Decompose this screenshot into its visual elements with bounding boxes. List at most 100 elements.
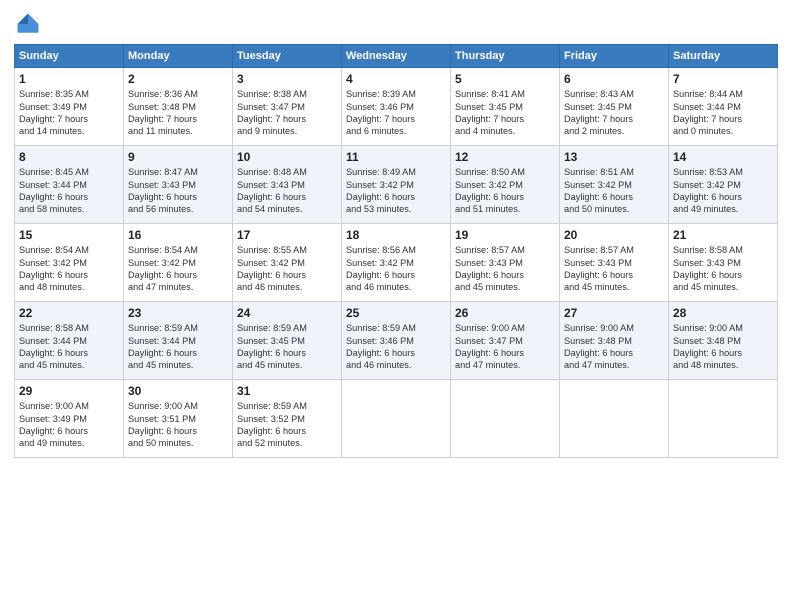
daylight-label: Daylight: 6 hours	[346, 191, 446, 203]
day-cell: 4Sunrise: 8:39 AMSunset: 3:46 PMDaylight…	[342, 68, 451, 146]
logo-icon	[14, 10, 42, 38]
day-info-line: Sunset: 3:47 PM	[237, 101, 337, 113]
day-info-line: Sunset: 3:44 PM	[19, 179, 119, 191]
daylight-minutes: and 45 minutes.	[455, 281, 555, 293]
day-info-line: Sunrise: 8:47 AM	[128, 166, 228, 178]
day-number: 1	[19, 71, 119, 87]
day-cell	[669, 380, 778, 458]
daylight-minutes: and 46 minutes.	[346, 281, 446, 293]
day-info-line: Sunset: 3:42 PM	[455, 179, 555, 191]
day-info-line: Sunset: 3:51 PM	[128, 413, 228, 425]
day-number: 24	[237, 305, 337, 321]
day-info-line: Sunrise: 8:45 AM	[19, 166, 119, 178]
day-info-line: Sunrise: 8:59 AM	[237, 322, 337, 334]
day-info-line: Sunset: 3:47 PM	[455, 335, 555, 347]
daylight-minutes: and 45 minutes.	[564, 281, 664, 293]
day-info-line: Sunset: 3:44 PM	[19, 335, 119, 347]
day-number: 7	[673, 71, 773, 87]
day-cell: 11Sunrise: 8:49 AMSunset: 3:42 PMDayligh…	[342, 146, 451, 224]
daylight-minutes: and 47 minutes.	[128, 281, 228, 293]
day-info-line: Sunrise: 8:53 AM	[673, 166, 773, 178]
daylight-minutes: and 11 minutes.	[128, 125, 228, 137]
day-info-line: Sunrise: 8:59 AM	[128, 322, 228, 334]
daylight-minutes: and 56 minutes.	[128, 203, 228, 215]
day-cell: 2Sunrise: 8:36 AMSunset: 3:48 PMDaylight…	[124, 68, 233, 146]
daylight-minutes: and 45 minutes.	[19, 359, 119, 371]
daylight-label: Daylight: 6 hours	[19, 425, 119, 437]
day-cell	[451, 380, 560, 458]
day-info-line: Sunset: 3:48 PM	[564, 335, 664, 347]
daylight-label: Daylight: 7 hours	[673, 113, 773, 125]
day-number: 10	[237, 149, 337, 165]
day-number: 25	[346, 305, 446, 321]
day-info-line: Sunset: 3:43 PM	[673, 257, 773, 269]
logo	[14, 10, 46, 38]
daylight-label: Daylight: 6 hours	[19, 269, 119, 281]
day-number: 19	[455, 227, 555, 243]
col-header-monday: Monday	[124, 45, 233, 68]
daylight-minutes: and 47 minutes.	[564, 359, 664, 371]
day-number: 26	[455, 305, 555, 321]
week-row-2: 8Sunrise: 8:45 AMSunset: 3:44 PM Daylight…	[15, 146, 778, 224]
day-info-line: Sunset: 3:43 PM	[237, 179, 337, 191]
day-cell: 24Sunrise: 8:59 AMSunset: 3:45 PMDayligh…	[233, 302, 342, 380]
daylight-label: Daylight: 6 hours	[346, 269, 446, 281]
daylight-label: Daylight: 6 hours	[237, 425, 337, 437]
day-info-line: Sunrise: 8:38 AM	[237, 88, 337, 100]
day-info-line: Sunrise: 8:57 AM	[455, 244, 555, 256]
daylight-minutes: and 0 minutes.	[673, 125, 773, 137]
daylight-minutes: and 58 minutes.	[19, 203, 119, 215]
day-cell: 12Sunrise: 8:50 AMSunset: 3:42 PMDayligh…	[451, 146, 560, 224]
day-cell: 17Sunrise: 8:55 AMSunset: 3:42 PMDayligh…	[233, 224, 342, 302]
day-number: 6	[564, 71, 664, 87]
daylight-minutes: and 51 minutes.	[455, 203, 555, 215]
day-info-line: Sunset: 3:42 PM	[128, 257, 228, 269]
day-info-line: Sunset: 3:44 PM	[673, 101, 773, 113]
day-cell: 7Sunrise: 8:44 AMSunset: 3:44 PMDaylight…	[669, 68, 778, 146]
daylight-minutes: and 49 minutes.	[19, 437, 119, 449]
day-cell: 5Sunrise: 8:41 AMSunset: 3:45 PMDaylight…	[451, 68, 560, 146]
daylight-label: Daylight: 6 hours	[673, 191, 773, 203]
daylight-label: Daylight: 6 hours	[19, 347, 119, 359]
day-info-line: Sunrise: 9:00 AM	[673, 322, 773, 334]
day-cell: 3Sunrise: 8:38 AMSunset: 3:47 PMDaylight…	[233, 68, 342, 146]
daylight-minutes: and 45 minutes.	[128, 359, 228, 371]
daylight-minutes: and 50 minutes.	[564, 203, 664, 215]
day-info-line: Sunrise: 9:00 AM	[19, 400, 119, 412]
day-info-line: Sunrise: 8:50 AM	[455, 166, 555, 178]
daylight-minutes: and 4 minutes.	[455, 125, 555, 137]
daylight-minutes: and 49 minutes.	[673, 203, 773, 215]
day-cell: 23Sunrise: 8:59 AMSunset: 3:44 PMDayligh…	[124, 302, 233, 380]
day-number: 17	[237, 227, 337, 243]
day-number: 22	[19, 305, 119, 321]
day-cell: 14Sunrise: 8:53 AMSunset: 3:42 PMDayligh…	[669, 146, 778, 224]
calendar-table: SundayMondayTuesdayWednesdayThursdayFrid…	[14, 44, 778, 458]
day-number: 23	[128, 305, 228, 321]
day-number: 2	[128, 71, 228, 87]
daylight-label: Daylight: 6 hours	[673, 269, 773, 281]
daylight-label: Daylight: 7 hours	[564, 113, 664, 125]
day-info-line: Sunrise: 8:54 AM	[19, 244, 119, 256]
daylight-minutes: and 52 minutes.	[237, 437, 337, 449]
day-info-line: Sunset: 3:43 PM	[128, 179, 228, 191]
day-info-line: Sunrise: 8:35 AM	[19, 88, 119, 100]
daylight-label: Daylight: 6 hours	[237, 191, 337, 203]
day-info-line: Sunrise: 8:57 AM	[564, 244, 664, 256]
daylight-minutes: and 50 minutes.	[128, 437, 228, 449]
daylight-minutes: and 45 minutes.	[237, 359, 337, 371]
day-cell: 31Sunrise: 8:59 AMSunset: 3:52 PMDayligh…	[233, 380, 342, 458]
day-cell: 25Sunrise: 8:59 AMSunset: 3:46 PMDayligh…	[342, 302, 451, 380]
day-info-line: Sunrise: 8:56 AM	[346, 244, 446, 256]
day-info-line: Sunset: 3:48 PM	[128, 101, 228, 113]
daylight-label: Daylight: 6 hours	[455, 347, 555, 359]
day-info-line: Sunset: 3:49 PM	[19, 101, 119, 113]
day-number: 8	[19, 149, 119, 165]
daylight-label: Daylight: 7 hours	[237, 113, 337, 125]
daylight-label: Daylight: 6 hours	[128, 425, 228, 437]
day-info-line: Sunset: 3:42 PM	[19, 257, 119, 269]
day-info-line: Sunset: 3:45 PM	[237, 335, 337, 347]
day-info-line: Sunset: 3:42 PM	[564, 179, 664, 191]
day-number: 29	[19, 383, 119, 399]
day-cell: 30Sunrise: 9:00 AMSunset: 3:51 PMDayligh…	[124, 380, 233, 458]
daylight-label: Daylight: 6 hours	[128, 347, 228, 359]
